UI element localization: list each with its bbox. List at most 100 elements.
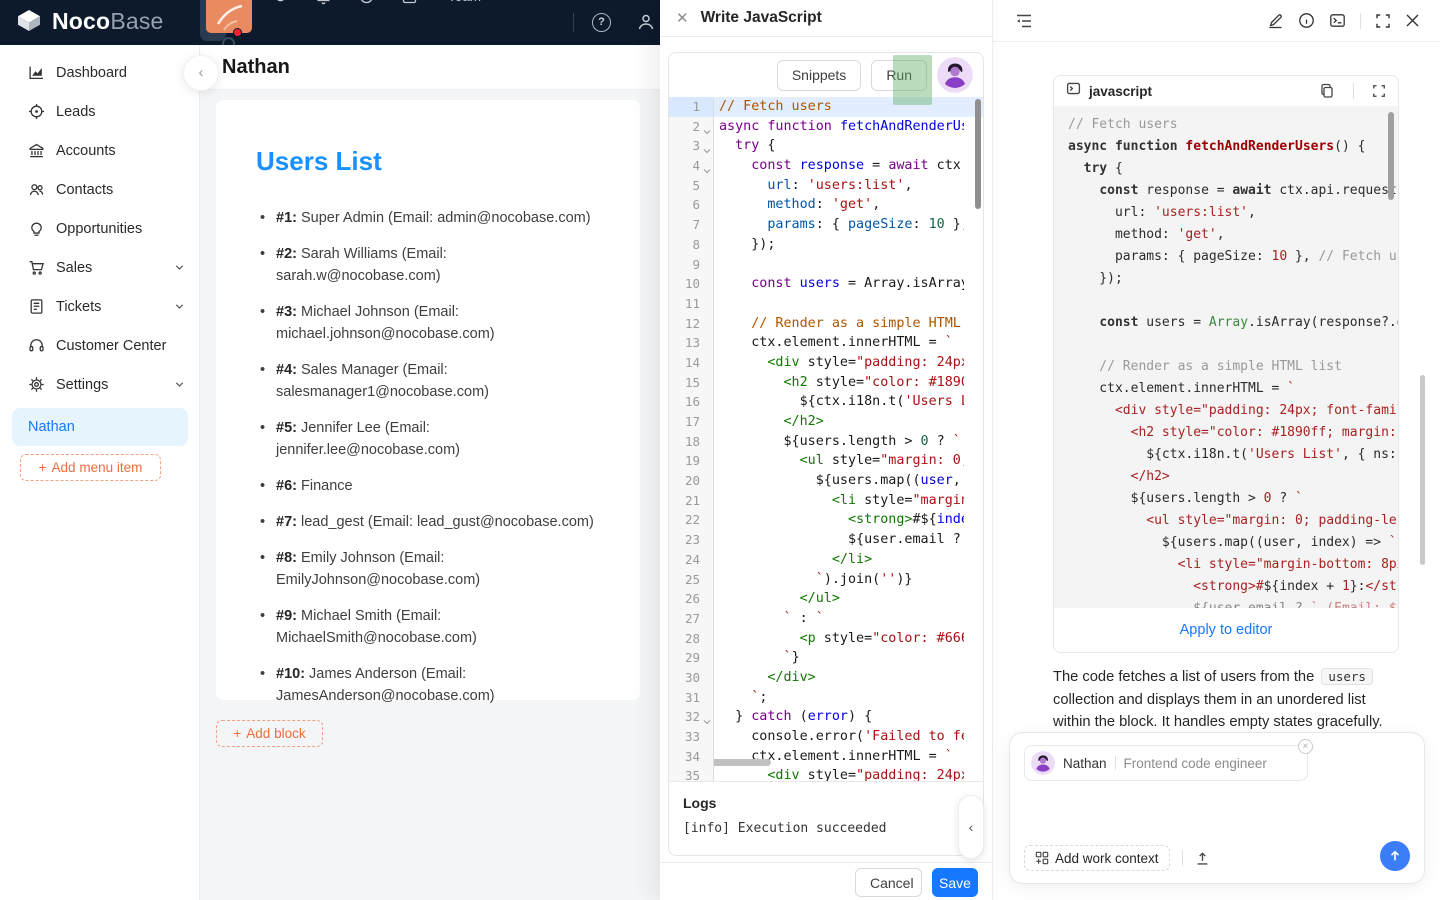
editor-line[interactable]: 13 ctx.element.innerHTML = ` <box>669 333 983 353</box>
chart-icon <box>28 64 45 81</box>
editor-line[interactable]: 2 async function fetchAndRenderUsers() { <box>669 116 983 137</box>
sidebar-item-contacts[interactable]: Contacts <box>0 170 199 209</box>
sidebar-item-settings[interactable]: Settings <box>0 365 199 404</box>
code-text: </div> <box>767 669 816 685</box>
save-button[interactable]: Save <box>932 868 978 897</box>
snippets-button[interactable]: Snippets <box>776 59 862 91</box>
code-text: <div style="padding: 24px;" <box>767 768 964 781</box>
send-button[interactable] <box>1380 841 1410 871</box>
info-icon[interactable] <box>1298 12 1315 29</box>
code-scrollbar[interactable] <box>1388 112 1394 200</box>
dismiss-chip-icon[interactable]: × <box>1297 739 1313 754</box>
editor-line[interactable]: 16 ${ctx.i18n.t('Users List', { ns: 'cli… <box>669 392 983 412</box>
team-dropdown[interactable]: Team <box>448 0 497 4</box>
gear-icon[interactable] <box>272 0 289 5</box>
upload-icon[interactable] <box>1195 851 1210 866</box>
code-text: const response = await ctx.api.request({ <box>751 158 964 174</box>
editor-line[interactable]: 12 // Render as a simple HTML list <box>669 313 983 334</box>
sidebar-item-customer-center[interactable]: Customer Center <box>0 326 199 365</box>
editor-line[interactable]: 4 const response = await ctx.api.request… <box>669 156 983 176</box>
editor-line[interactable]: 17 </h2> <box>669 412 983 432</box>
add-menu-item-button[interactable]: + Add menu item <box>20 454 161 481</box>
code-text: async function fetchAndRenderUsers() { <box>719 118 964 134</box>
editor-line[interactable]: 30 </div> <box>669 667 983 688</box>
nocobase-logo[interactable]: NocoBase <box>14 8 164 35</box>
toolbar-divider <box>1360 12 1361 29</box>
assistant-code-line: const response = await ctx.api.request({ <box>1099 183 1398 198</box>
sidebar-collapse-button[interactable]: ‹ <box>183 55 219 91</box>
sidebar-item-leads[interactable]: Leads <box>0 92 199 131</box>
add-block-button[interactable]: + Add block <box>216 720 323 747</box>
copy-icon[interactable] <box>1319 83 1335 99</box>
editor-line[interactable]: 3 try { <box>669 136 983 157</box>
editor-line[interactable]: 32 } catch (error) { <box>669 707 983 727</box>
editor-line[interactable]: 23 ${user.email ? ` (Email: ${user.email… <box>669 530 983 550</box>
editor-line[interactable]: 21 <li style="margin-bottom: 8px;"> <box>669 490 983 511</box>
user-icon[interactable] <box>636 12 656 37</box>
editor-line[interactable]: 1 // Fetch users <box>669 97 983 117</box>
topbar-clipped-icons <box>272 0 418 5</box>
sidebar-item-nathan[interactable]: Nathan <box>12 408 188 446</box>
ai-employee-avatar[interactable] <box>206 0 252 33</box>
editor-line[interactable]: 14 <div style="padding: 24px; font-famil… <box>669 352 983 373</box>
logs-collapse-handle[interactable]: ‹ <box>958 795 984 859</box>
sidebar-item-sales[interactable]: Sales <box>0 248 199 287</box>
editor-line[interactable]: 11 <box>669 293 983 314</box>
assistant-code-line: <strong>#${index + 1}:</strong> <box>1068 579 1398 594</box>
conversation-list-icon[interactable] <box>1015 13 1033 34</box>
assistant-code-line: const users = Array.isArray(response?.da… <box>1099 315 1398 330</box>
ai-agent-avatar[interactable] <box>937 57 973 93</box>
grid-icon <box>1035 851 1049 865</box>
editor-line[interactable]: 18 ${users.length > 0 ? ` <box>669 431 983 452</box>
agent-context-chip[interactable]: Nathan Frontend code engineer × <box>1024 739 1313 781</box>
clock-icon[interactable] <box>358 0 375 5</box>
sidebar-item-tickets[interactable]: Tickets <box>0 287 199 326</box>
fullscreen-icon[interactable] <box>1375 13 1391 29</box>
panel-scrollbar[interactable] <box>1420 375 1425 565</box>
editor-line[interactable]: 24 </li> <box>669 549 983 570</box>
editor-line[interactable]: 10 const users = Array.isArray(response?… <box>669 274 983 294</box>
line-number: 21 <box>669 490 714 511</box>
editor-line[interactable]: 6 method: 'get', <box>669 195 983 216</box>
user-list-item: #6: Finance <box>260 475 606 497</box>
sidebar-item-opportunities[interactable]: Opportunities <box>0 209 199 248</box>
editor-line[interactable]: 5 url: 'users:list', <box>669 175 983 196</box>
assistant-code-body[interactable]: // Fetch users async function fetchAndRen… <box>1054 106 1398 608</box>
main-content: Nathan Users List #1: Super Admin (Email… <box>200 45 660 900</box>
editor-line[interactable]: 33 console.error('Failed to fetch users:… <box>669 727 983 747</box>
editor-line[interactable]: 15 <h2 style="color: #1890ff; margin: 0 … <box>669 372 983 393</box>
editor-line[interactable]: 26 </ul> <box>669 589 983 609</box>
apply-to-editor-link[interactable]: Apply to editor <box>1180 622 1273 638</box>
editor-line[interactable]: 31 `; <box>669 687 983 708</box>
add-work-context-button[interactable]: Add work context <box>1024 845 1170 871</box>
help-icon[interactable]: ? <box>592 13 611 32</box>
users-list-title: Users List <box>256 146 382 176</box>
bell-icon[interactable] <box>315 0 332 5</box>
editor-line[interactable]: 25 `).join('')} <box>669 569 983 590</box>
run-button[interactable]: Run <box>871 59 927 91</box>
cancel-button[interactable]: Cancel <box>855 868 922 897</box>
chat-input-card[interactable]: Nathan Frontend code engineer × Add work… <box>1009 732 1425 884</box>
close-icon[interactable] <box>1405 13 1420 28</box>
editor-lines[interactable]: 1 // Fetch users 2 async function fetchAndR… <box>669 97 983 781</box>
editor-line[interactable]: 22 <strong>#${index + 1}:</strong> ${use… <box>669 510 983 531</box>
editor-line[interactable]: 28 <p style="color: #666;">No users foun… <box>669 628 983 649</box>
editor-line[interactable]: 27 ` : ` <box>669 608 983 629</box>
editor-vscrollbar[interactable] <box>975 99 981 209</box>
editor-line[interactable]: 8 }); <box>669 234 983 255</box>
sidebar-item-dashboard[interactable]: Dashboard <box>0 53 199 92</box>
editor-line[interactable]: 19 <ul style="margin: 0; padding-left: 2… <box>669 451 983 472</box>
edit-icon[interactable] <box>1267 12 1284 29</box>
line-number: 15 <box>669 372 714 393</box>
editor-line[interactable]: 35 <div style="padding: 24px;" <box>669 766 983 781</box>
calendar-icon[interactable] <box>401 0 418 5</box>
editor-line[interactable]: 9 <box>669 254 983 275</box>
expand-icon[interactable] <box>1372 84 1386 98</box>
sidebar-item-accounts[interactable]: Accounts <box>0 131 199 170</box>
assistant-code-line: <div style="padding: 24px; font-family: … <box>1114 403 1398 418</box>
editor-line[interactable]: 29 `} <box>669 648 983 668</box>
editor-line[interactable]: 20 ${users.map((user, index) => ` <box>669 471 983 491</box>
terminal-icon[interactable] <box>1329 12 1346 29</box>
close-icon[interactable]: ✕ <box>676 9 689 27</box>
editor-line[interactable]: 7 params: { pageSize: 10 }, // Fetch up … <box>669 215 983 235</box>
